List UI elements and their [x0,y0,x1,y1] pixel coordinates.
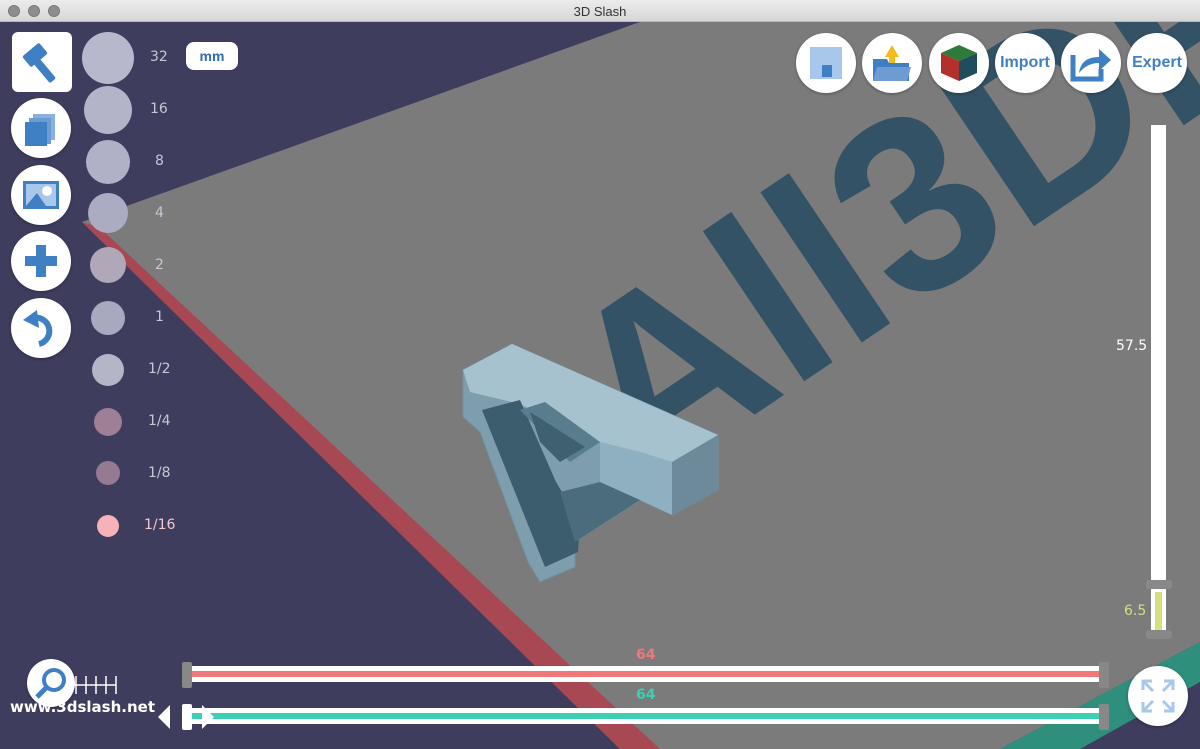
import-button[interactable]: Import [995,33,1055,93]
open-button[interactable] [862,33,922,93]
layers-icon [25,114,55,146]
z-slider-bottom-handle[interactable] [1146,580,1172,589]
color-button[interactable] [929,33,989,93]
size-32-label: 32 [150,49,168,65]
export-icon [1070,49,1111,82]
undo-button[interactable] [11,298,71,358]
plus-icon [25,245,57,277]
z-slider-fill [1155,592,1162,630]
unit-toggle-button[interactable]: mm [186,42,238,70]
size-8-button[interactable] [86,140,130,184]
y-slider-fill [190,713,1100,719]
save-button[interactable] [796,33,856,93]
size-half-button[interactable] [92,354,124,386]
size-32-button[interactable] [82,32,134,84]
size-1-label: 1 [155,309,164,325]
undo-icon [23,310,53,347]
x-slider-fill [190,671,1100,677]
hammer-tool-button[interactable] [12,32,72,92]
rotate-arrows-icon[interactable] [156,702,216,732]
fullscreen-icon [1141,679,1175,713]
expert-label: Expert [1132,54,1182,71]
x-slider-right-handle[interactable] [1099,662,1109,688]
y-slider-value: 64 [636,687,656,703]
open-folder-icon [873,45,911,81]
import-label: Import [1000,54,1050,71]
size-eighth-label: 1/8 [148,465,171,481]
fullscreen-button[interactable] [1128,666,1188,726]
layers-tool-button[interactable] [11,98,71,158]
y-slider-right-handle[interactable] [1099,704,1109,730]
size-2-label: 2 [155,257,164,273]
window-titlebar: 3D Slash [0,0,1200,22]
window-title: 3D Slash [573,4,627,19]
3d-viewport[interactable]: All3DP 32 16 8 4 2 1 1/2 1/4 1/8 1/16 mm… [0,22,1200,749]
size-quarter-label: 1/4 [148,413,171,429]
size-eighth-button[interactable] [96,461,120,485]
scene-canvas[interactable]: All3DP [0,22,1200,749]
website-link[interactable]: www.3dslash.net [10,698,155,716]
image-icon [23,181,59,209]
size-quarter-button[interactable] [94,408,122,436]
size-4-button[interactable] [88,193,128,233]
z-slider-bottom-value: 6.5 [1124,603,1147,619]
export-button[interactable] [1061,33,1121,93]
zoom-scale-ticks[interactable] [74,674,118,696]
size-2-button[interactable] [90,247,126,283]
size-sixteenth-button[interactable] [97,515,119,537]
size-16-label: 16 [150,101,168,117]
x-slider-left-handle[interactable] [182,662,192,688]
add-tool-button[interactable] [11,231,71,291]
save-icon [810,47,842,79]
hammer-icon [22,43,56,83]
z-slider-bottom-stop[interactable] [1146,630,1172,639]
color-cube-icon [941,45,977,81]
picture-tool-button[interactable] [11,165,71,225]
size-4-label: 4 [155,205,164,221]
z-slider-top-value: 57.5 [1116,338,1148,354]
size-8-label: 8 [155,153,164,169]
size-sixteenth-label: 1/16 [144,517,176,533]
size-16-button[interactable] [84,86,132,134]
expert-button[interactable]: Expert [1127,33,1187,93]
z-slider-track[interactable] [1151,125,1166,635]
x-slider-value: 64 [636,647,656,663]
size-1-button[interactable] [91,301,125,335]
size-half-label: 1/2 [148,361,171,377]
magnifier-icon [35,668,66,699]
